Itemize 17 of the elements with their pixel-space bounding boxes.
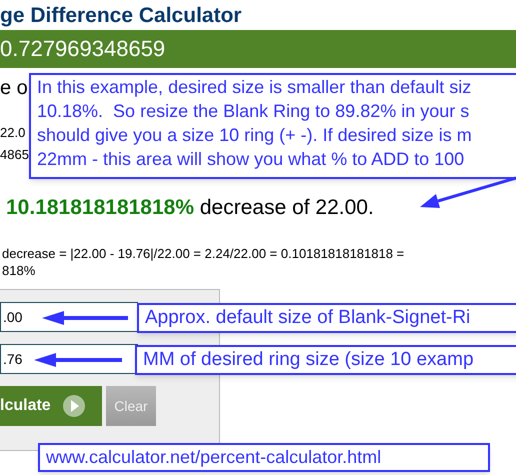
calculate-button[interactable]: lculate [0,386,102,426]
formula-text: 818% [2,262,36,279]
play-icon [62,395,85,417]
annotation-text: should give you a size 10 ring (+ -). If desired size is m [37,124,473,147]
detail-text: 22.0 [0,125,26,141]
result-sentence: 10.181818181818% decrease of 22.00. [5,195,375,221]
annotation-text: In this example, desired size is smaller than default siz [37,76,472,99]
annotation-text: 10.18%. So resize the Blank Ring to 89.82% in your s [37,100,470,123]
formula-text: decrease = |22.00 - 19.76|/22.00 = 2.24/22.00 = 0.10181818181818 = [2,245,406,262]
page-title: ge Difference Calculator [0,3,243,29]
result-bar: 0.727969348659 [0,30,516,68]
detail-text: 4865 [0,147,29,163]
annotation-text: MM of desired ring size (size 10 examp [143,348,475,372]
annotation-text: Approx. default size of Blank-Signet-Ri [145,306,472,330]
result-text: e o [0,76,28,100]
annotation-text: www.calculator.net/percent-calculator.html [46,446,382,469]
annotation-text: 22mm - this area will show you what % to ADD to 100 [37,148,466,171]
